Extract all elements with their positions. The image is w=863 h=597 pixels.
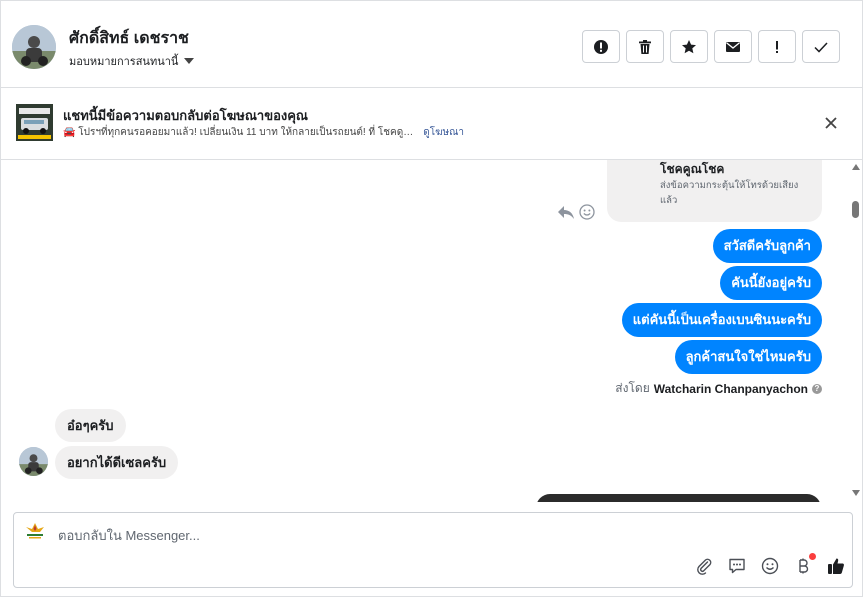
ad-banner-title: แชทนี้มีข้อความตอบกลับต่อโฆษณาของคุณ [63, 108, 308, 123]
paperclip-icon [696, 558, 711, 575]
sent-by-name: Watcharin Chanpanyachon [653, 381, 808, 396]
payment-button[interactable] [793, 553, 816, 575]
react-emoji-icon[interactable] [579, 204, 595, 220]
contact-avatar[interactable] [12, 25, 56, 69]
sent-by-line: ส่งโดย Watcharin Chanpanyachon ? [615, 379, 822, 398]
mark-unread-button[interactable] [714, 30, 752, 63]
system-card-description: ส่งข้อความกระตุ้นให้โทรด้วยเสียงแล้ว [660, 180, 799, 206]
scroll-down-arrow-icon[interactable] [852, 490, 860, 496]
ad-banner-subtitle: 🚘 โปรฯที่ทุกคนรอคอยมาแล้ว! เปลี่ยนเงิน 1… [63, 125, 464, 140]
scroll-thumb[interactable] [852, 201, 859, 218]
close-icon [825, 117, 837, 129]
assign-label: มอบหมายการสนทนานี้ [69, 56, 179, 68]
check-icon [814, 41, 828, 53]
close-banner-button[interactable] [821, 113, 841, 133]
view-ad-link[interactable]: ดูโฆษณา [423, 125, 464, 140]
page-logo-icon [23, 521, 47, 541]
conversation-header: ศักดิ์สิทธ์ เดชราช มอบหมายการสนทนานี้ [1, 1, 862, 88]
envelope-icon [726, 41, 740, 52]
sent-by-prefix: ส่งโดย [615, 381, 650, 395]
outgoing-message[interactable]: คันนี้ยังอยู่ครับ [720, 266, 822, 300]
ad-caption: 🚘 โปรฯที่ทุกคนรอคอยมาแล้ว! เปลี่ยนเงิน 1… [63, 127, 414, 138]
thumbs-up-icon [827, 558, 844, 574]
outgoing-message[interactable]: แต่คันนี้เป็นเครื่องเบนซินนะครับ [621, 303, 822, 337]
like-button[interactable] [826, 556, 845, 575]
message-hover-tools [557, 204, 595, 220]
reply-icon[interactable] [557, 204, 575, 220]
ad-reply-banner: แชทนี้มีข้อความตอบกลับต่อโฆษณาของคุณ 🚘 โ… [1, 88, 862, 160]
baht-icon [798, 558, 808, 573]
system-notice-card: โชคคูณโชค ส่งข้อความกระตุ้นให้โทรด้วยเสี… [607, 160, 822, 222]
media-message-preview[interactable] [536, 494, 821, 502]
conversation-actions [582, 30, 840, 63]
outgoing-message[interactable]: ลูกค้าสนใจใช่ไหมครับ [674, 340, 822, 374]
ad-thumbnail[interactable] [16, 104, 53, 141]
scroll-up-arrow-icon[interactable] [852, 164, 860, 170]
mark-spam-button[interactable] [582, 30, 620, 63]
caret-down-icon [184, 58, 195, 64]
system-card-title: โชคคูณโชค [660, 162, 725, 176]
contact-avatar-small [19, 447, 48, 476]
mark-done-button[interactable] [802, 30, 840, 63]
emoji-button[interactable] [760, 556, 779, 575]
composer-toolbar [694, 553, 845, 575]
saved-replies-button[interactable] [727, 556, 746, 575]
conversation-panel: ศักดิ์สิทธ์ เดชราช มอบหมายการสนทนานี้ แช… [0, 0, 863, 597]
help-icon[interactable]: ? [812, 383, 822, 394]
attach-button[interactable] [694, 556, 713, 575]
contact-name[interactable]: ศักดิ์สิทธ์ เดชราช [69, 26, 189, 51]
emoji-icon [761, 557, 778, 574]
star-button[interactable] [670, 30, 708, 63]
assign-conversation-dropdown[interactable]: มอบหมายการสนทนานี้ [69, 52, 195, 70]
incoming-message[interactable]: อ๋อๆครับ [55, 409, 126, 442]
reply-input[interactable] [58, 526, 658, 544]
outgoing-message[interactable]: สวัสดีครับลูกค้า [712, 229, 822, 263]
reply-composer [13, 512, 853, 588]
notification-dot [809, 553, 816, 560]
exclamation-icon [776, 40, 778, 53]
alert-circle-icon [594, 39, 608, 54]
trash-icon [639, 39, 651, 54]
star-icon [682, 39, 696, 53]
message-thread[interactable]: โชคคูณโชค ส่งข้อความกระตุ้นให้โทรด้วยเสี… [1, 160, 849, 502]
incoming-message[interactable]: อยากได้ดีเซลครับ [55, 446, 179, 479]
delete-button[interactable] [626, 30, 664, 63]
thread-scrollbar[interactable] [849, 160, 862, 502]
follow-up-button[interactable] [758, 30, 796, 63]
saved-reply-icon [728, 558, 745, 573]
